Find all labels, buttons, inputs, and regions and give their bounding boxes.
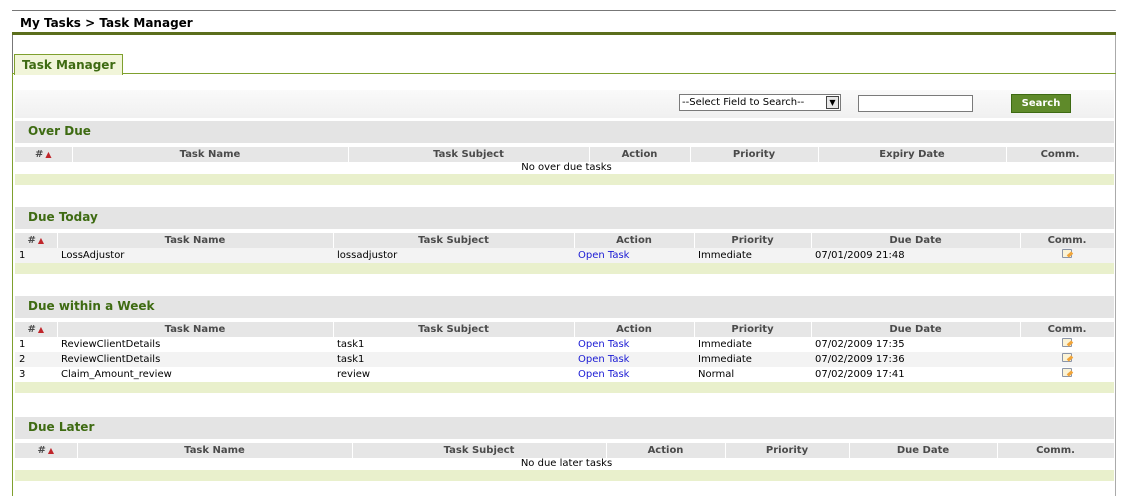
- table-row: 1 LossAdjustor lossadjustor Open Task Im…: [15, 248, 1114, 263]
- section-over-due: Over Due # ▲ Task Name Task Subject Actio…: [15, 121, 1115, 185]
- table-footer: [15, 174, 1114, 185]
- task-due-date: 07/01/2009 21:48: [811, 248, 1020, 263]
- tab-divider: [12, 73, 1116, 74]
- task-subject: task1: [333, 337, 574, 352]
- row-num: 1: [15, 337, 57, 352]
- tab-task-manager[interactable]: Task Manager: [14, 54, 124, 75]
- task-priority: Immediate: [694, 337, 811, 352]
- section-title: Over Due: [15, 121, 1114, 143]
- table-header-row: # ▲ Task Name Task Subject Action Priorit…: [15, 147, 1115, 162]
- column-header-action[interactable]: Action: [574, 322, 695, 337]
- row-num: 1: [15, 248, 57, 263]
- over-due-table: # ▲ Task Name Task Subject Action Priorit…: [15, 147, 1115, 174]
- task-priority: Normal: [694, 367, 811, 382]
- column-header-num[interactable]: # ▲: [15, 443, 78, 458]
- sort-ascending-icon[interactable]: ▲: [48, 446, 54, 455]
- column-header-priority[interactable]: Priority: [694, 233, 812, 248]
- column-header-task-subject[interactable]: Task Subject: [348, 147, 590, 162]
- column-header-num[interactable]: # ▲: [15, 233, 58, 248]
- comment-edit-icon[interactable]: [1061, 248, 1074, 259]
- table-header-row: # ▲ Task Name Task Subject Action Priorit…: [15, 233, 1115, 248]
- task-priority: Immediate: [694, 352, 811, 367]
- table-header-row: # ▲ Task Name Task Subject Action Priorit…: [15, 443, 1115, 458]
- comment-edit-icon[interactable]: [1061, 337, 1074, 348]
- search-field-select[interactable]: --Select Field to Search-- ▼: [679, 94, 841, 111]
- task-subject: lossadjustor: [333, 248, 574, 263]
- table-row: 3 Claim_Amount_review review Open Task N…: [15, 367, 1114, 382]
- section-title: Due Later: [15, 417, 1114, 439]
- task-name: LossAdjustor: [57, 248, 333, 263]
- row-num: 2: [15, 352, 57, 367]
- column-header-action[interactable]: Action: [589, 147, 691, 162]
- column-header-task-subject[interactable]: Task Subject: [333, 233, 575, 248]
- table-row: 2 ReviewClientDetails task1 Open Task Im…: [15, 352, 1114, 367]
- column-header-priority[interactable]: Priority: [690, 147, 819, 162]
- header-bar: My Tasks > Task Manager: [12, 11, 1116, 35]
- task-priority: Immediate: [694, 248, 811, 263]
- table-header-row: # ▲ Task Name Task Subject Action Priorit…: [15, 322, 1115, 337]
- sort-ascending-icon[interactable]: ▲: [38, 236, 44, 245]
- column-header-num[interactable]: # ▲: [15, 322, 58, 337]
- column-header-task-subject[interactable]: Task Subject: [333, 322, 575, 337]
- task-name: ReviewClientDetails: [57, 352, 333, 367]
- table-footer: [15, 263, 1114, 274]
- task-subject: task1: [333, 352, 574, 367]
- open-task-link[interactable]: Open Task: [578, 250, 629, 261]
- section-due-within-week: Due within a Week # ▲ Task Name Task Subj…: [15, 296, 1115, 393]
- open-task-link[interactable]: Open Task: [578, 354, 629, 365]
- section-title: Due within a Week: [15, 296, 1114, 318]
- chevron-down-icon[interactable]: ▼: [826, 96, 839, 109]
- column-header-comm[interactable]: Comm.: [1020, 233, 1115, 248]
- task-subject: review: [333, 367, 574, 382]
- column-header-expiry-date[interactable]: Expiry Date: [818, 147, 1007, 162]
- section-due-later: Due Later # ▲ Task Name Task Subject Acti…: [15, 417, 1115, 481]
- column-header-num[interactable]: # ▲: [15, 147, 73, 162]
- due-today-table: # ▲ Task Name Task Subject Action Priorit…: [15, 233, 1115, 263]
- column-header-comm[interactable]: Comm.: [1006, 147, 1115, 162]
- comment-edit-icon[interactable]: [1061, 352, 1074, 363]
- column-header-action[interactable]: Action: [606, 443, 726, 458]
- comment-edit-icon[interactable]: [1061, 367, 1074, 378]
- column-header-task-subject[interactable]: Task Subject: [352, 443, 607, 458]
- section-due-today: Due Today # ▲ Task Name Task Subject Acti…: [15, 207, 1115, 274]
- table-footer: [15, 382, 1114, 393]
- task-due-date: 07/02/2009 17:35: [811, 337, 1020, 352]
- column-header-due-date[interactable]: Due Date: [811, 233, 1021, 248]
- breadcrumb: My Tasks > Task Manager: [20, 16, 193, 30]
- sort-ascending-icon[interactable]: ▲: [38, 325, 44, 334]
- column-header-comm[interactable]: Comm.: [1020, 322, 1115, 337]
- due-week-table: # ▲ Task Name Task Subject Action Priorit…: [15, 322, 1115, 382]
- open-task-link[interactable]: Open Task: [578, 369, 629, 380]
- column-header-task-name[interactable]: Task Name: [57, 322, 334, 337]
- table-row: 1 ReviewClientDetails task1 Open Task Im…: [15, 337, 1114, 352]
- search-field-select-value: --Select Field to Search--: [682, 97, 805, 108]
- due-later-table: # ▲ Task Name Task Subject Action Priorit…: [15, 443, 1115, 470]
- column-header-comm[interactable]: Comm.: [997, 443, 1115, 458]
- sort-ascending-icon[interactable]: ▲: [45, 150, 51, 159]
- column-header-task-name[interactable]: Task Name: [77, 443, 353, 458]
- column-header-task-name[interactable]: Task Name: [57, 233, 334, 248]
- task-due-date: 07/02/2009 17:41: [811, 367, 1020, 382]
- search-bar: --Select Field to Search-- ▼ Search: [15, 90, 1114, 118]
- section-title: Due Today: [15, 207, 1114, 229]
- column-header-due-date[interactable]: Due Date: [849, 443, 998, 458]
- column-header-priority[interactable]: Priority: [725, 443, 850, 458]
- empty-message: No over due tasks: [15, 162, 1114, 174]
- open-task-link[interactable]: Open Task: [578, 339, 629, 350]
- column-header-priority[interactable]: Priority: [694, 322, 812, 337]
- empty-message: No due later tasks: [15, 458, 1114, 470]
- column-header-due-date[interactable]: Due Date: [811, 322, 1021, 337]
- search-button[interactable]: Search: [1011, 94, 1071, 113]
- search-input[interactable]: [858, 95, 973, 112]
- task-name: Claim_Amount_review: [57, 367, 333, 382]
- task-due-date: 07/02/2009 17:36: [811, 352, 1020, 367]
- row-num: 3: [15, 367, 57, 382]
- task-name: ReviewClientDetails: [57, 337, 333, 352]
- table-footer: [15, 470, 1114, 481]
- column-header-task-name[interactable]: Task Name: [72, 147, 349, 162]
- column-header-action[interactable]: Action: [574, 233, 695, 248]
